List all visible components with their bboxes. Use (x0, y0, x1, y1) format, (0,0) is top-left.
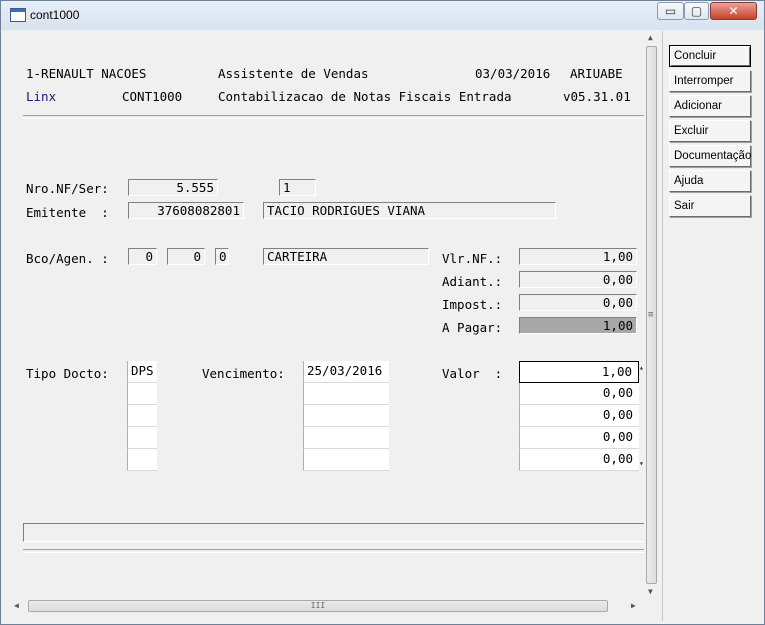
excluir-button[interactable]: Excluir (669, 120, 751, 142)
nf-label: Nro.NF/Ser: (26, 181, 109, 196)
horizontal-scroll-thumb[interactable]: III (28, 600, 608, 612)
scroll-down-icon[interactable]: ▼ (648, 587, 653, 596)
vertical-scrollbar[interactable]: ▲ ≡ ▼ (644, 31, 660, 598)
wallet-field[interactable]: CARTEIRA (263, 248, 429, 265)
a-pagar-label: A Pagar: (442, 320, 503, 335)
ajuda-button[interactable]: Ajuda (669, 170, 751, 192)
valor-label: Valor : (442, 366, 503, 381)
nf-number-field[interactable]: 5.555 (128, 179, 218, 196)
documentacao-button[interactable]: Documentação (669, 145, 751, 167)
horizontal-scrollbar[interactable]: ◀ III ▶ (9, 598, 644, 615)
adicionar-button[interactable]: Adicionar (669, 95, 751, 117)
tipo-cell-3[interactable] (127, 405, 157, 427)
bank-field[interactable]: 0 (128, 248, 157, 265)
valor-cell-4[interactable]: 0,00 (519, 427, 639, 449)
footer-divider (23, 549, 645, 553)
vencimento-cell-2[interactable] (303, 383, 389, 405)
valor-cell-5[interactable]: 0,00 (519, 449, 639, 471)
status-bar (23, 523, 645, 542)
nf-series-field[interactable]: 1 (279, 179, 316, 196)
scroll-left-icon[interactable]: ◀ (14, 601, 19, 610)
vencimento-cell-1[interactable]: 25/03/2016 (303, 361, 389, 383)
a-pagar-field: 1,00 (519, 317, 637, 334)
emitente-name-field[interactable]: TACIO RODRIGUES VIANA (263, 202, 556, 219)
main-window: cont1000 ▭ ▢ ✕ 1-RENAULT NACOES Assisten… (0, 0, 765, 625)
header-user: ARIUABE (570, 66, 623, 81)
maximize-button[interactable]: ▢ (684, 2, 709, 20)
program-version: v05.31.01 (563, 89, 631, 104)
impost-field[interactable]: 0,00 (519, 294, 637, 311)
valor-cell-2[interactable]: 0,00 (519, 383, 639, 405)
tipo-cell-2[interactable] (127, 383, 157, 405)
vlr-nf-label: Vlr.NF.: (442, 251, 503, 266)
adiant-field[interactable]: 0,00 (519, 271, 637, 288)
valor-cell-1[interactable]: 1,00 (519, 361, 639, 383)
emitente-code-field[interactable]: 37608082801 (128, 202, 244, 219)
minimize-button[interactable]: ▭ (657, 2, 684, 20)
module-name: Assistente de Vendas (218, 66, 369, 81)
vencimento-cell-3[interactable] (303, 405, 389, 427)
grip-icon: ≡ (648, 310, 654, 320)
tipo-docto-label: Tipo Docto: (26, 366, 109, 381)
vlr-nf-field[interactable]: 1,00 (519, 248, 637, 265)
close-button[interactable]: ✕ (710, 2, 757, 20)
tipo-cell-1[interactable]: DPS (127, 361, 157, 383)
tipo-cell-4[interactable] (127, 427, 157, 449)
agency-field[interactable]: 0 (167, 248, 205, 265)
concluir-button[interactable]: Concluir (669, 45, 751, 67)
scroll-up-icon[interactable]: ▲ (648, 33, 653, 42)
valor-cell-3[interactable]: 0,00 (519, 405, 639, 427)
program-description: Contabilizacao de Notas Fiscais Entrada (218, 89, 512, 104)
form-area: 1-RENAULT NACOES Assistente de Vendas 03… (9, 31, 657, 619)
adiant-label: Adiant.: (442, 274, 503, 289)
scroll-right-icon[interactable]: ▶ (631, 601, 636, 610)
window-title: cont1000 (30, 8, 80, 22)
action-panel: Concluir Interromper Adicionar Excluir D… (662, 31, 763, 621)
program-code: CONT1000 (122, 89, 183, 104)
vencimento-cell-5[interactable] (303, 449, 389, 471)
app-icon (10, 8, 26, 22)
header-date: 03/03/2016 (475, 66, 551, 81)
vencimento-cell-4[interactable] (303, 427, 389, 449)
vertical-scroll-thumb[interactable]: ≡ (646, 46, 657, 584)
title-bar[interactable]: cont1000 ▭ ▢ ✕ (1, 1, 764, 30)
sair-button[interactable]: Sair (669, 195, 751, 217)
vencimento-label: Vencimento: (202, 366, 285, 381)
bco-label: Bco/Agen. : (26, 251, 109, 266)
agency-digit-field[interactable]: 0 (215, 248, 229, 265)
impost-label: Impost.: (442, 297, 503, 312)
emitente-label: Emitente : (26, 205, 109, 220)
header-divider (23, 115, 653, 119)
tipo-cell-5[interactable] (127, 449, 157, 471)
interromper-button[interactable]: Interromper (669, 70, 751, 92)
company-name: 1-RENAULT NACOES (26, 66, 147, 81)
brand-label: Linx (26, 89, 57, 104)
